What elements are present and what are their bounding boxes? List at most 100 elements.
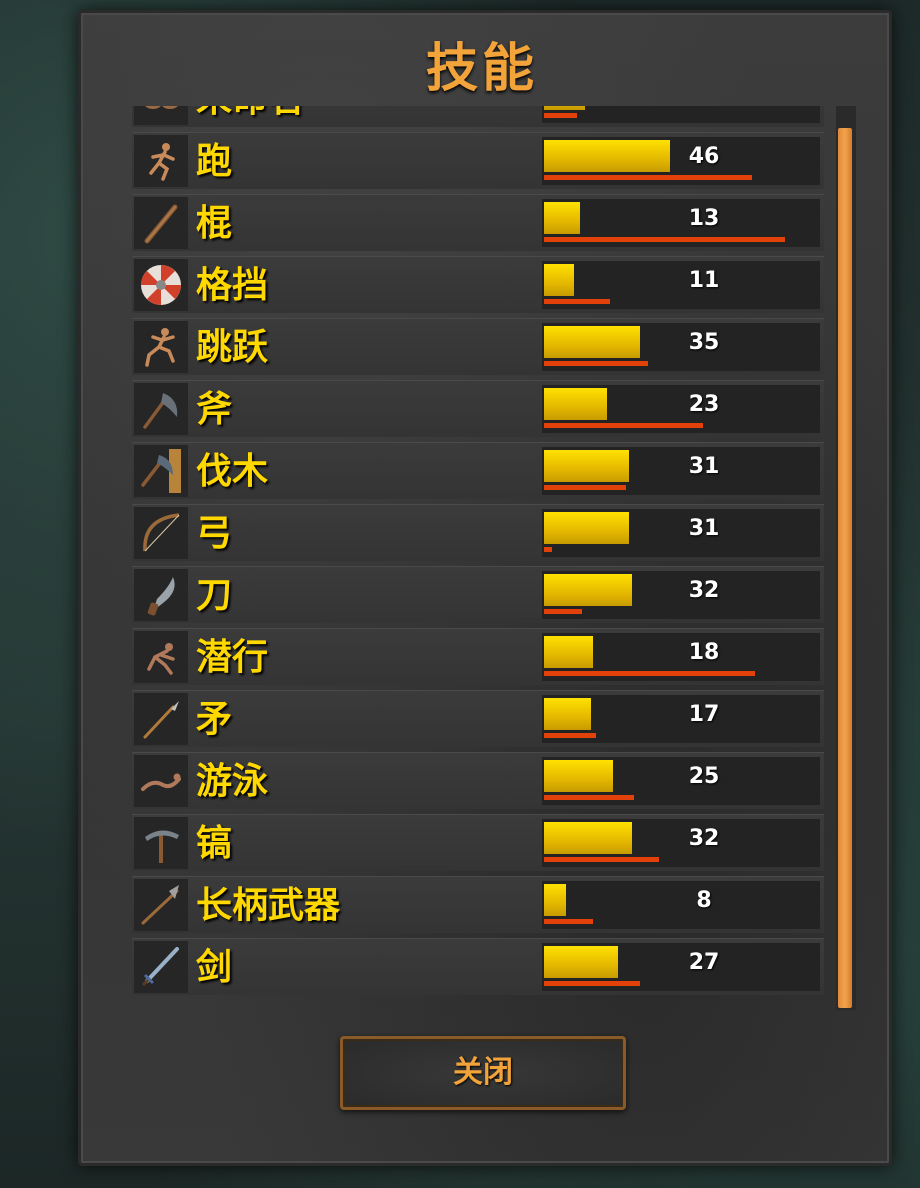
scrollbar-thumb[interactable] [838, 128, 852, 1008]
skill-level-value: 13 [688, 206, 720, 231]
skill-level-fill [544, 140, 670, 172]
skill-progress-fill [544, 361, 648, 366]
skill-progress-fill [544, 733, 596, 738]
skill-level-bar: 18 [542, 633, 820, 681]
sword-icon [134, 941, 188, 993]
running-icon [134, 135, 188, 187]
skill-level-fill [544, 946, 618, 978]
skill-level-fill [544, 264, 574, 296]
skill-level-fill [544, 202, 580, 234]
skill-level-bar: 13 [542, 199, 820, 247]
skill-level-bar: 23 [542, 385, 820, 433]
woodcutting-icon [134, 445, 188, 497]
skill-row[interactable]: 剑 27 [132, 938, 824, 995]
knife-icon [134, 569, 188, 621]
skill-level-value: 31 [688, 454, 720, 479]
skill-level-bar: 17 [542, 695, 820, 743]
skill-level-bar: 32 [542, 571, 820, 619]
skill-row[interactable]: 格挡 11 [132, 256, 824, 313]
skill-name: 斧 [196, 389, 233, 430]
skill-name: 剑 [196, 947, 233, 988]
skill-row[interactable]: 弓 31 [132, 504, 824, 561]
skill-row[interactable]: 刀 32 [132, 566, 824, 623]
spear-icon [134, 693, 188, 745]
skill-row[interactable]: 伐木 31 [132, 442, 824, 499]
panel-title: 技能 [425, 39, 538, 99]
skill-level-fill [544, 450, 629, 482]
skill-level-value: 32 [688, 826, 720, 851]
skill-row[interactable]: 长柄武器 8 [132, 876, 824, 933]
skill-level-value: 46 [688, 144, 720, 169]
skill-level-bar: 32 [542, 819, 820, 867]
skill-level-value: 35 [688, 330, 720, 355]
skill-name: 伐木 [196, 451, 269, 492]
skill-level-value: 15 [678, 106, 730, 115]
shield-icon [134, 259, 188, 311]
skill-row[interactable]: 斧 23 [132, 380, 824, 437]
skill-progress-fill [544, 795, 634, 800]
skill-level-fill [544, 884, 566, 916]
skill-name: 弓 [196, 513, 233, 554]
skill-level-bar: 46 [542, 137, 820, 185]
skill-level-value: 25 [688, 764, 720, 789]
skill-level-value: 11 [688, 268, 720, 293]
skill-level-fill [544, 106, 585, 110]
skill-name: 跳跃 [196, 327, 269, 368]
skill-level-value: 32 [688, 578, 720, 603]
skill-name: 刀 [196, 575, 233, 616]
skill-level-fill [544, 760, 613, 792]
skill-progress-fill [544, 981, 640, 986]
skill-level-bar: 25 [542, 757, 820, 805]
skill-row[interactable]: 镐 32 [132, 814, 824, 871]
skill-level-fill [544, 326, 640, 358]
skill-name: 格挡 [196, 265, 269, 306]
skill-level-bar: 8 [542, 881, 820, 929]
skill-row[interactable]: 未命名 15 [132, 106, 824, 127]
skill-level-value: 27 [688, 950, 720, 975]
skill-name: 矛 [196, 699, 233, 740]
skill-level-value: 17 [688, 702, 720, 727]
skill-name: 棍 [196, 203, 233, 244]
jumping-icon [134, 321, 188, 373]
skill-row[interactable]: 跳跃 35 [132, 318, 824, 375]
skill-level-bar: 15 [542, 106, 820, 123]
skill-level-bar: 31 [542, 447, 820, 495]
skill-name: 跑 [196, 141, 233, 182]
fists-icon [134, 106, 188, 125]
skill-row[interactable]: 潜行 18 [132, 628, 824, 685]
skill-level-fill [544, 698, 591, 730]
skill-level-bar: 31 [542, 509, 820, 557]
skill-row[interactable]: 游泳 25 [132, 752, 824, 809]
skill-progress-fill [544, 485, 626, 490]
skill-level-fill [544, 388, 607, 420]
skill-progress-fill [544, 547, 552, 552]
skill-progress-fill [544, 113, 577, 118]
skill-progress-fill [544, 919, 593, 924]
skill-row[interactable]: 棍 13 [132, 194, 824, 251]
skill-level-value: 8 [696, 888, 712, 913]
axe-icon [134, 383, 188, 435]
skill-level-fill [544, 822, 632, 854]
skill-name: 镐 [196, 823, 233, 864]
skill-progress-fill [544, 299, 610, 304]
polearm-icon [134, 879, 188, 931]
close-button[interactable]: 关闭 [340, 1036, 626, 1110]
skill-progress-fill [544, 609, 582, 614]
skill-level-value: 31 [688, 516, 720, 541]
skill-level-bar: 27 [542, 943, 820, 991]
skill-row[interactable]: 跑 46 [132, 132, 824, 189]
skill-name: 未命名 [196, 106, 304, 127]
bow-icon [134, 507, 188, 559]
skill-level-fill [544, 574, 632, 606]
skill-row[interactable]: 矛 17 [132, 690, 824, 747]
close-button-label: 关闭 [453, 1055, 513, 1090]
skill-level-fill [544, 636, 593, 668]
skill-level-value: 18 [688, 640, 720, 665]
club-icon [134, 197, 188, 249]
skill-level-value: 23 [688, 392, 720, 417]
skill-progress-fill [544, 857, 659, 862]
skill-level-fill [544, 512, 629, 544]
skill-name: 长柄武器 [196, 885, 341, 926]
skills-list-viewport[interactable]: 未命名 15 跑 46 棍 13 格挡 11 跳跃 35 斧 23 伐木 31 弓 31 刀 32 潜行 18 矛 17 游… [132, 106, 828, 1008]
sneak-icon [134, 631, 188, 683]
